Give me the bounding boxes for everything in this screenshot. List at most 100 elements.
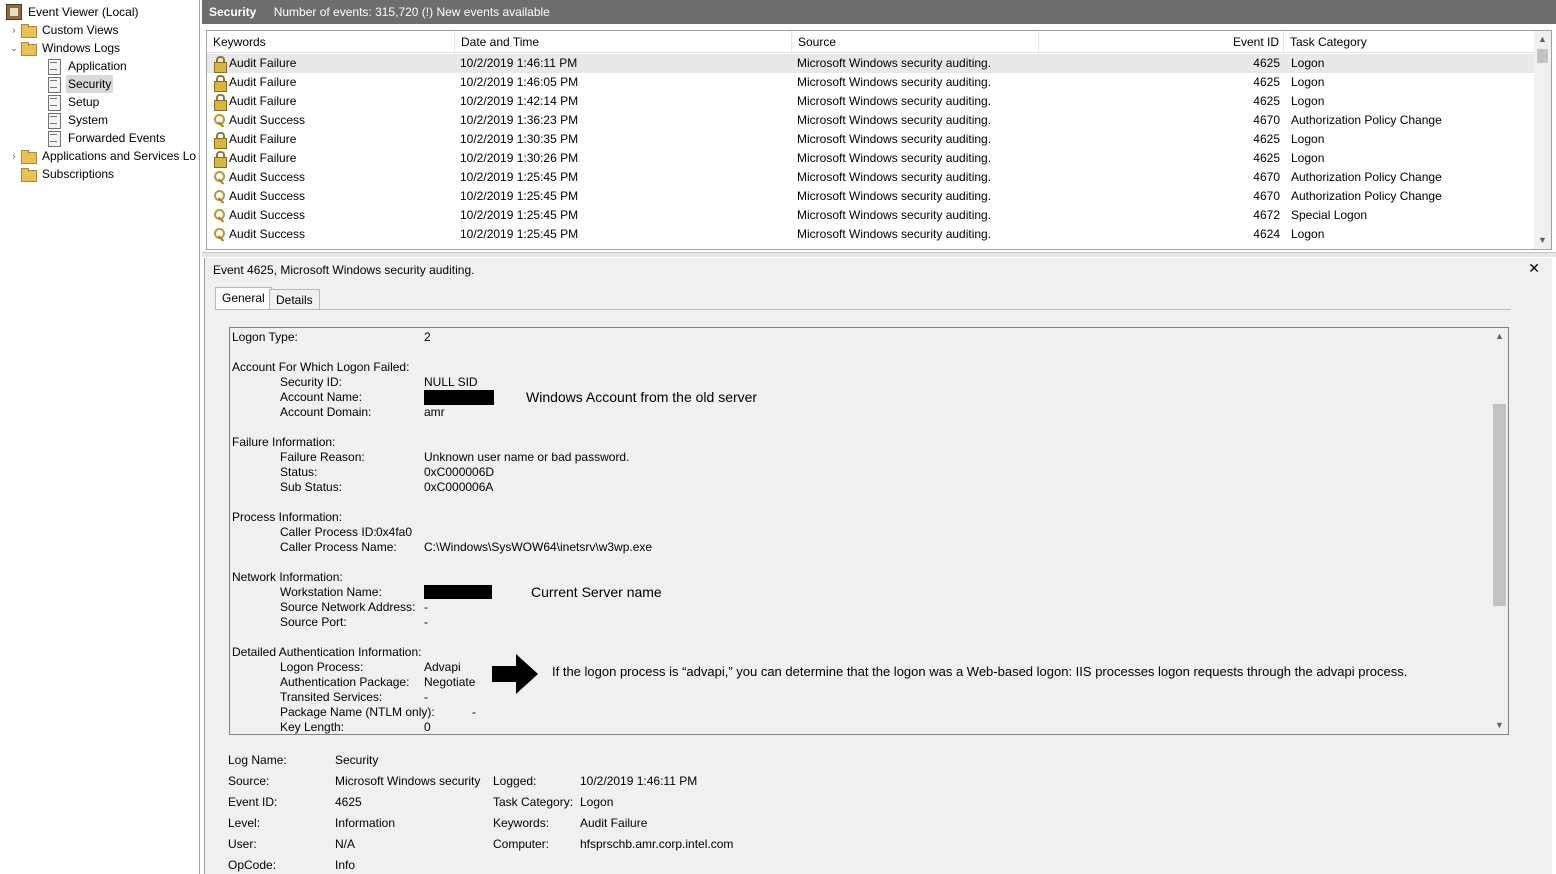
annotation-account-note: Windows Account from the old server [526, 389, 758, 405]
key-icon [213, 113, 227, 128]
prop-label: Task Category: [493, 795, 574, 809]
close-icon[interactable]: ✕ [1528, 260, 1540, 276]
table-row[interactable]: Audit Success 10/2/2019 1:25:45 PM Microso… [207, 225, 1535, 244]
folder-icon [20, 40, 37, 56]
tree-item-label: Subscriptions [42, 167, 115, 181]
msg-value: amr [424, 405, 445, 419]
tree-item-custom-views[interactable]: › Custom Views [8, 21, 120, 39]
pane-splitter[interactable] [202, 252, 1556, 257]
table-row[interactable]: Audit Failure 10/2/2019 1:30:26 PM Microso… [207, 149, 1535, 168]
event-detail-pane: Event 4625, Microsoft Windows security a… [204, 258, 1552, 874]
prop-value: Security [335, 753, 379, 767]
column-header-event-id[interactable]: Event ID [1039, 31, 1284, 53]
tree-item-application[interactable]: Application [46, 57, 129, 75]
chevron-right-icon[interactable]: › [8, 21, 20, 39]
msg-section: Detailed Authentication Information: [232, 645, 422, 659]
msg-label: Caller Process ID: [280, 525, 377, 539]
cell-category: Special Logon [1291, 208, 1368, 222]
msg-value: 2 [424, 330, 431, 344]
cell-category: Authorization Policy Change [1291, 189, 1442, 203]
tree-item-system[interactable]: System [46, 111, 110, 129]
prop-value: N/A [335, 837, 356, 851]
tree-item-label: Windows Logs [42, 41, 121, 55]
cell-keyword-text: Audit Success [229, 113, 306, 127]
table-row[interactable]: Audit Failure 10/2/2019 1:42:14 PM Microso… [207, 92, 1535, 111]
column-header-keywords[interactable]: Keywords [207, 31, 455, 53]
tree-item-forwarded-events[interactable]: Forwarded Events [46, 129, 167, 147]
cell-date: 10/2/2019 1:42:14 PM [460, 94, 579, 108]
cell-date: 10/2/2019 1:25:45 PM [460, 208, 579, 222]
msg-value: - [424, 690, 428, 704]
table-row[interactable]: Audit Success 10/2/2019 1:25:45 PM Microso… [207, 168, 1535, 187]
cell-date: 10/2/2019 1:25:45 PM [460, 227, 579, 241]
msg-label: Source Network Address: [280, 600, 416, 614]
prop-value: hfsprschb.amr.corp.intel.com [580, 837, 734, 851]
msg-value: Negotiate [424, 675, 476, 689]
prop-label: Source: [228, 774, 270, 788]
column-header-source[interactable]: Source [792, 31, 1039, 53]
cell-source: Microsoft Windows security auditing. [797, 170, 992, 184]
tree-item-windows-logs[interactable]: ⌄ Windows Logs [8, 39, 122, 57]
cell-event-id: 4670 [1253, 189, 1280, 203]
lock-icon [213, 75, 227, 92]
scroll-down-icon[interactable]: ▼ [1534, 232, 1551, 249]
msg-label: Logon Type: [232, 330, 298, 344]
lock-icon [213, 94, 227, 111]
cell-keyword: Audit Failure [213, 149, 296, 168]
scroll-thumb[interactable] [1537, 49, 1548, 63]
cell-date: 10/2/2019 1:46:05 PM [460, 75, 579, 89]
cell-keyword: Audit Success [213, 225, 305, 244]
table-row[interactable]: Audit Failure 10/2/2019 1:30:35 PM Microso… [207, 130, 1535, 149]
annotation-server-note: Current Server name [531, 584, 662, 600]
chevron-down-icon[interactable]: ⌄ [8, 39, 20, 57]
log-header-bar: Security Number of events: 315,720 (!) N… [202, 0, 1556, 24]
table-row[interactable]: Audit Failure 10/2/2019 1:46:11 PM Microso… [207, 54, 1535, 73]
message-scrollbar[interactable]: ▲ ▼ [1491, 328, 1508, 734]
cell-date: 10/2/2019 1:30:35 PM [460, 132, 579, 146]
column-header-date-time[interactable]: Date and Time [455, 31, 792, 53]
cell-event-id: 4625 [1253, 94, 1280, 108]
msg-label: Account Name: [280, 390, 363, 404]
cell-event-id: 4625 [1253, 75, 1280, 89]
tab-details[interactable]: Details [269, 289, 320, 311]
tree-item-security[interactable]: Security [46, 75, 114, 93]
chevron-right-icon[interactable]: › [8, 147, 20, 165]
cell-category: Logon [1291, 56, 1325, 70]
event-message-box[interactable]: Logon Type: 2 Account For Which Logon Fa… [229, 327, 1509, 735]
tree-item-apps-services[interactable]: › Applications and Services Lo [8, 147, 198, 165]
column-header-task-category[interactable]: Task Category [1284, 31, 1535, 53]
log-title: Security [209, 5, 257, 19]
scroll-up-icon[interactable]: ▲ [1534, 31, 1551, 48]
cell-date: 10/2/2019 1:46:11 PM [460, 56, 578, 70]
prop-value: Info [335, 858, 356, 872]
event-detail-title: Event 4625, Microsoft Windows security a… [213, 263, 475, 277]
tree-item-subscriptions[interactable]: Subscriptions [20, 165, 116, 183]
tree-item-label: Applications and Services Lo [42, 149, 197, 163]
table-row[interactable]: Audit Success 10/2/2019 1:25:45 PM Microso… [207, 206, 1535, 225]
log-icon [46, 112, 62, 129]
cell-event-id: 4625 [1253, 56, 1280, 70]
table-row[interactable]: Audit Failure 10/2/2019 1:46:05 PM Microso… [207, 73, 1535, 92]
msg-section: Network Information: [232, 570, 343, 584]
prop-value: Logon [580, 795, 614, 809]
cell-source: Microsoft Windows security auditing. [797, 113, 992, 127]
grid-scrollbar[interactable]: ▲ ▼ [1534, 31, 1551, 249]
scroll-thumb[interactable] [1493, 404, 1506, 606]
tab-general[interactable]: General [215, 287, 272, 310]
tree-item-label: Forwarded Events [68, 131, 166, 145]
log-icon [46, 94, 62, 111]
table-row[interactable]: Audit Success 10/2/2019 1:25:45 PM Microso… [207, 187, 1535, 206]
tree-item-event-viewer[interactable]: Event Viewer (Local) [6, 3, 141, 21]
events-grid[interactable]: Keywords Date and Time Source Event ID T… [206, 30, 1552, 250]
prop-value: 4625 [335, 795, 362, 809]
msg-value: Advapi [424, 660, 461, 674]
scroll-up-icon[interactable]: ▲ [1491, 328, 1508, 345]
msg-label: Caller Process Name: [280, 540, 397, 554]
redaction-bar [424, 585, 492, 599]
prop-value: 10/2/2019 1:46:11 PM [580, 774, 698, 788]
table-row[interactable]: Audit Success 10/2/2019 1:36:23 PM Microso… [207, 111, 1535, 130]
log-icon [46, 58, 62, 75]
tree-item-setup[interactable]: Setup [46, 93, 101, 111]
msg-value: 0xC000006A [424, 480, 494, 494]
scroll-down-icon[interactable]: ▼ [1491, 717, 1508, 734]
